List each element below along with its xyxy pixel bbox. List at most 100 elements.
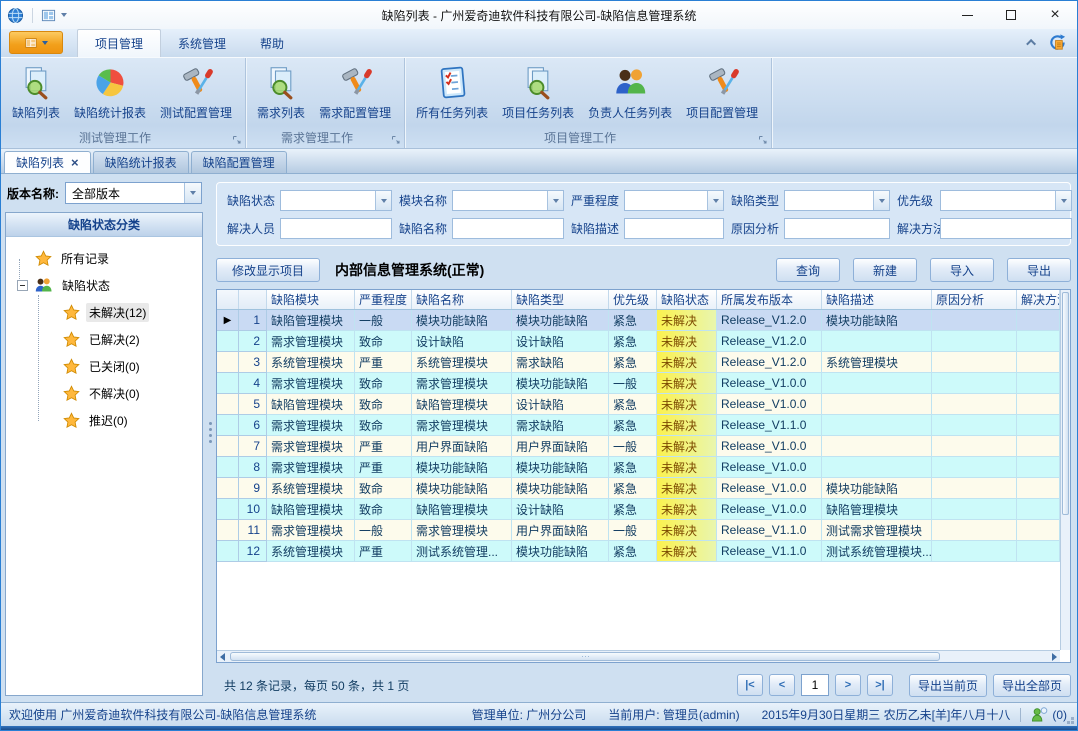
table-row[interactable]: ▶1缺陷管理模块一般模块功能缺陷模块功能缺陷紧急未解决Release_V1.2.… (217, 310, 1060, 331)
ribbon-button-0-1[interactable]: 缺陷统计报表 (67, 61, 153, 123)
ribbon-tab-2[interactable]: 帮助 (243, 30, 301, 57)
vertical-scrollbar[interactable] (1060, 290, 1070, 650)
filter-select[interactable] (452, 190, 564, 211)
action-button-0[interactable]: 查询 (776, 258, 840, 282)
table-row[interactable]: 10缺陷管理模块致命缺陷管理模块设计缺陷紧急未解决Release_V1.0.0缺… (217, 499, 1060, 520)
filter-dropdown-button[interactable] (1055, 191, 1071, 210)
table-row[interactable]: 2需求管理模块致命设计缺陷设计缺陷紧急未解决Release_V1.2.0 (217, 331, 1060, 352)
tree-item-5[interactable]: 不解决(0) (10, 380, 198, 407)
horizontal-scrollbar-thumb[interactable] (230, 652, 940, 661)
action-button-3[interactable]: 导出 (1007, 258, 1071, 282)
filter-input[interactable] (452, 218, 564, 239)
tree-item-6[interactable]: 推迟(0) (10, 407, 198, 434)
ribbon-button-2-2[interactable]: 负责人任务列表 (581, 61, 679, 123)
dialog-launcher-icon[interactable] (391, 135, 401, 145)
filter-dropdown-button[interactable] (375, 191, 391, 210)
column-header-2[interactable]: 缺陷名称 (412, 290, 512, 309)
table-row[interactable]: 11需求管理模块一般需求管理模块用户界面缺陷一般未解决Release_V1.1.… (217, 520, 1060, 541)
page-number-input[interactable]: 1 (801, 674, 829, 696)
table-row[interactable]: 9系统管理模块致命模块功能缺陷模块功能缺陷紧急未解决Release_V1.0.0… (217, 478, 1060, 499)
filter-input[interactable] (940, 218, 1072, 239)
doc-tab-2[interactable]: 缺陷配置管理 (191, 151, 287, 173)
close-button[interactable]: × (1033, 1, 1077, 29)
ribbon-button-2-3[interactable]: 项目配置管理 (679, 61, 765, 123)
next-page-button[interactable]: > (835, 674, 861, 696)
column-header-3[interactable]: 缺陷类型 (512, 290, 609, 309)
first-page-button[interactable]: |< (737, 674, 763, 696)
column-header-5[interactable]: 缺陷状态 (657, 290, 717, 309)
row-indicator-cell (217, 499, 239, 520)
column-header-6[interactable]: 所属发布版本 (717, 290, 822, 309)
table-cell: 一般 (609, 520, 657, 541)
filter-select[interactable] (624, 190, 724, 211)
table-row[interactable]: 5缺陷管理模块致命缺陷管理模块设计缺陷紧急未解决Release_V1.0.0 (217, 394, 1060, 415)
action-button-1[interactable]: 新建 (853, 258, 917, 282)
tree-item-2[interactable]: 未解决(12) (10, 299, 198, 326)
tree-item-4[interactable]: 已关闭(0) (10, 353, 198, 380)
modify-display-items-button[interactable]: 修改显示项目 (216, 258, 320, 282)
filter-dropdown-button[interactable] (707, 191, 723, 210)
ribbon-tab-1[interactable]: 系统管理 (161, 30, 243, 57)
tree-expander-icon[interactable] (17, 280, 28, 291)
version-dropdown-button[interactable] (184, 183, 201, 203)
filter-input[interactable] (624, 218, 724, 239)
column-header-0[interactable]: 缺陷模块 (267, 290, 355, 309)
ribbon-tab-0[interactable]: 项目管理 (77, 29, 161, 57)
window-layout-icon[interactable] (41, 8, 56, 23)
filter-select[interactable] (940, 190, 1072, 211)
export-all-pages-button[interactable]: 导出全部页 (993, 674, 1071, 697)
ribbon-button-0-2[interactable]: 测试配置管理 (153, 61, 239, 123)
ribbon-button-0-0[interactable]: 缺陷列表 (5, 61, 67, 123)
scroll-left-icon[interactable] (220, 653, 225, 661)
table-row[interactable]: 8需求管理模块严重模块功能缺陷模块功能缺陷紧急未解决Release_V1.0.0 (217, 457, 1060, 478)
column-header-9[interactable]: 解决方法 (1017, 290, 1060, 309)
filter-select[interactable] (784, 190, 890, 211)
tree-item-3[interactable]: 已解决(2) (10, 326, 198, 353)
online-users[interactable]: (0) (1031, 707, 1067, 722)
horizontal-scrollbar[interactable] (217, 650, 1060, 662)
ribbon-button-2-0[interactable]: 所有任务列表 (409, 61, 495, 123)
ribbon-button-1-1[interactable]: 需求配置管理 (312, 61, 398, 123)
qat-dropdown-arrow-icon[interactable] (61, 13, 67, 17)
dialog-launcher-icon[interactable] (232, 135, 242, 145)
column-header-1[interactable]: 严重程度 (355, 290, 412, 309)
filter-select[interactable] (280, 190, 392, 211)
export-current-page-button[interactable]: 导出当前页 (909, 674, 987, 697)
filter-input[interactable] (784, 218, 890, 239)
tree-item-1[interactable]: 缺陷状态 (10, 272, 198, 299)
table-row[interactable]: 12系统管理模块严重测试系统管理...模块功能缺陷紧急未解决Release_V1… (217, 541, 1060, 562)
table-row[interactable]: 4需求管理模块致命需求管理模块模块功能缺陷一般未解决Release_V1.0.0 (217, 373, 1060, 394)
table-row[interactable]: 7需求管理模块严重用户界面缺陷用户界面缺陷一般未解决Release_V1.0.0 (217, 436, 1060, 457)
column-header-7[interactable]: 缺陷描述 (822, 290, 932, 309)
application-menu-button[interactable] (9, 31, 63, 54)
dialog-launcher-icon[interactable] (758, 135, 768, 145)
filter-dropdown-button[interactable] (873, 191, 889, 210)
table-cell: 致命 (355, 478, 412, 499)
scroll-right-icon[interactable] (1052, 653, 1057, 661)
sidebar-splitter[interactable] (207, 174, 214, 702)
filter-dropdown-button[interactable] (547, 191, 563, 210)
filter-input[interactable] (280, 218, 392, 239)
maximize-button[interactable] (989, 1, 1033, 29)
doc-tab-1[interactable]: 缺陷统计报表 (93, 151, 189, 173)
table-row[interactable]: 3系统管理模块严重系统管理模块需求缺陷紧急未解决Release_V1.2.0系统… (217, 352, 1060, 373)
last-page-button[interactable]: >| (867, 674, 893, 696)
vertical-scrollbar-thumb[interactable] (1062, 292, 1069, 515)
doc-tab-0[interactable]: 缺陷列表× (4, 151, 91, 173)
column-header-8[interactable]: 原因分析 (932, 290, 1017, 309)
resize-grip-icon[interactable] (1071, 721, 1074, 724)
tab-close-icon[interactable]: × (71, 156, 79, 169)
version-combobox[interactable]: 全部版本 (65, 182, 202, 204)
action-button-2[interactable]: 导入 (930, 258, 994, 282)
table-cell (932, 499, 1017, 520)
table-row[interactable]: 6需求管理模块致命需求管理模块需求缺陷紧急未解决Release_V1.1.0 (217, 415, 1060, 436)
help-icon[interactable] (1048, 33, 1067, 52)
column-header-4[interactable]: 优先级 (609, 290, 657, 309)
ribbon-collapse-icon[interactable] (1026, 39, 1036, 49)
ribbon-button-2-1[interactable]: 项目任务列表 (495, 61, 581, 123)
tree-item-0[interactable]: 所有记录 (10, 245, 198, 272)
star-icon (63, 331, 80, 348)
prev-page-button[interactable]: < (769, 674, 795, 696)
minimize-button[interactable] (945, 1, 989, 29)
ribbon-button-1-0[interactable]: 需求列表 (250, 61, 312, 123)
